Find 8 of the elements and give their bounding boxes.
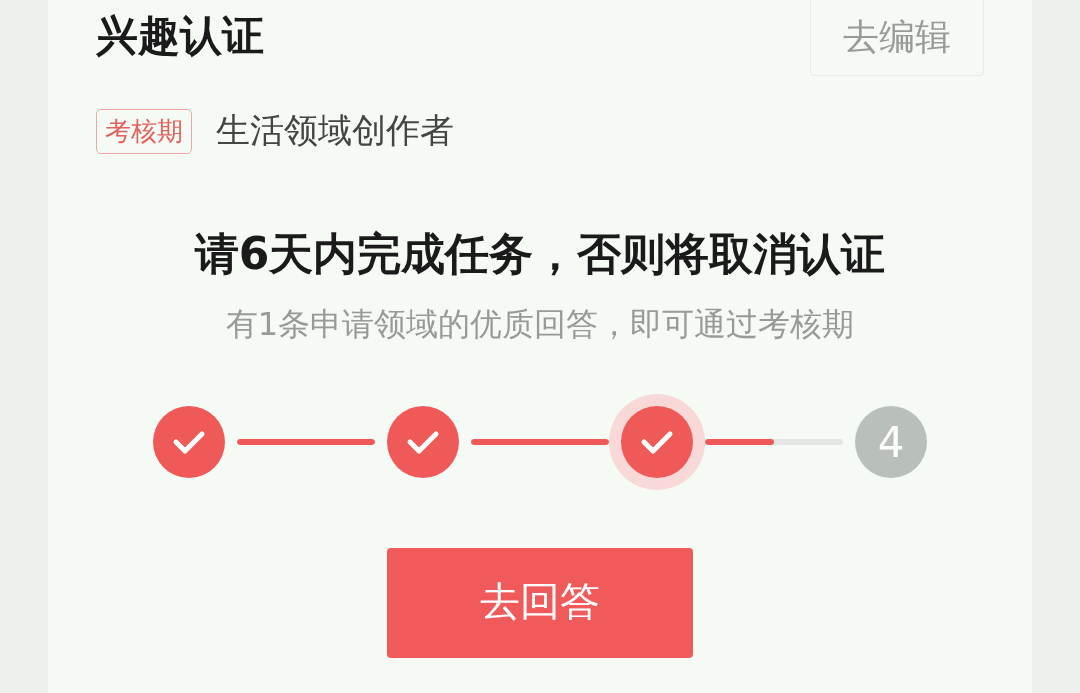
step-number: 4 bbox=[855, 406, 927, 478]
notice-subtitle: 有1条申请领域的优质回答，即可通过考核期 bbox=[224, 304, 856, 345]
answer-button[interactable]: 去回答 bbox=[387, 548, 693, 658]
status-tag: 考核期 bbox=[96, 108, 192, 154]
notice-heading: 请6天内完成任务，否则将取消认证 bbox=[193, 227, 887, 281]
edit-button[interactable]: 去编辑 bbox=[810, 0, 984, 76]
field-name: 生活领域创作者 bbox=[216, 109, 454, 152]
section-title: 兴趣认证 bbox=[96, 10, 264, 62]
